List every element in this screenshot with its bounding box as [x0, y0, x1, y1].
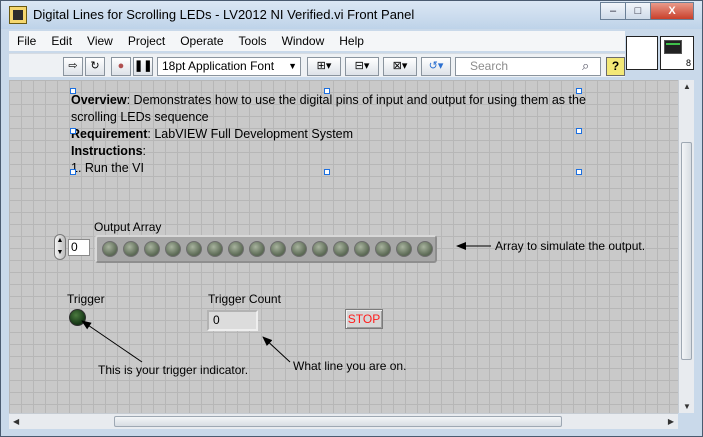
annotation-arrows [81, 242, 491, 363]
waveform-icon [666, 43, 680, 50]
labview-app-icon [9, 6, 27, 24]
scroll-right-icon[interactable]: ▶ [668, 417, 674, 426]
pause-icon[interactable]: ❚❚ [133, 57, 153, 76]
scroll-up-icon[interactable]: ▲ [683, 82, 691, 91]
menu-tools[interactable]: Tools [231, 31, 274, 49]
run-continuously-icon[interactable]: ↻ [85, 57, 105, 76]
menu-project[interactable]: Project [120, 31, 172, 49]
horizontal-scroll-thumb[interactable] [114, 416, 562, 427]
scroll-down-icon[interactable]: ▼ [683, 402, 691, 411]
align-objects-icon[interactable]: ⊞▾ [307, 57, 341, 76]
vi-icon[interactable]: 8 [660, 36, 694, 70]
search-icon[interactable]: ⌕ [582, 58, 589, 74]
context-help-button[interactable]: ? [606, 57, 625, 76]
window-controls: – □ X [600, 2, 694, 20]
distribute-objects-icon[interactable]: ⊟▾ [345, 57, 379, 76]
trigger-arrow [81, 320, 143, 363]
menu-help[interactable]: Help [331, 31, 371, 49]
window-title: Digital Lines for Scrolling LEDs - LV201… [33, 7, 415, 22]
menu-edit[interactable]: Edit [43, 31, 79, 49]
menu-file[interactable]: File [9, 31, 43, 49]
connector-pane-icon[interactable] [626, 36, 658, 70]
menu-view[interactable]: View [79, 31, 120, 49]
front-panel-canvas: Overview: Demonstrates how to use the di… [9, 80, 678, 413]
chevron-down-icon: ▼ [288, 61, 297, 71]
vertical-scroll-thumb[interactable] [681, 142, 692, 360]
maximize-button[interactable]: □ [625, 2, 651, 20]
title-bar[interactable]: Digital Lines for Scrolling LEDs - LV201… [1, 1, 702, 29]
close-button[interactable]: X [650, 2, 694, 20]
run-arrow-icon[interactable]: ⇨ [63, 57, 83, 76]
vertical-scrollbar[interactable]: ▲ ▼ [678, 80, 694, 413]
vi-instance-number: 8 [685, 58, 691, 68]
labview-front-panel-window: Digital Lines for Scrolling LEDs - LV201… [0, 0, 703, 437]
minimize-button[interactable]: – [600, 2, 626, 20]
search-input[interactable]: Search [455, 57, 601, 76]
scroll-left-icon[interactable]: ◀ [13, 417, 19, 426]
font-select[interactable]: 18pt Application Font ▼ [157, 57, 301, 76]
trigger-count-arrow [262, 336, 291, 363]
resize-objects-icon[interactable]: ⊠▾ [383, 57, 417, 76]
menu-window[interactable]: Window [274, 31, 332, 49]
menu-operate[interactable]: Operate [172, 31, 230, 49]
font-select-value: 18pt Application Font [162, 59, 275, 73]
reorder-icon[interactable]: ↺▾ [421, 57, 451, 76]
horizontal-scrollbar[interactable]: ◀ ▶ [9, 413, 678, 429]
abort-execution-icon[interactable]: ● [111, 57, 131, 76]
toolbar: ⇨ ↻ ● ❚❚ 18pt Application Font ▼ ⊞▾ ⊟▾ ⊠▾… [9, 53, 625, 77]
menu-bar: File Edit View Project Operate Tools Window Hel… [9, 31, 625, 51]
